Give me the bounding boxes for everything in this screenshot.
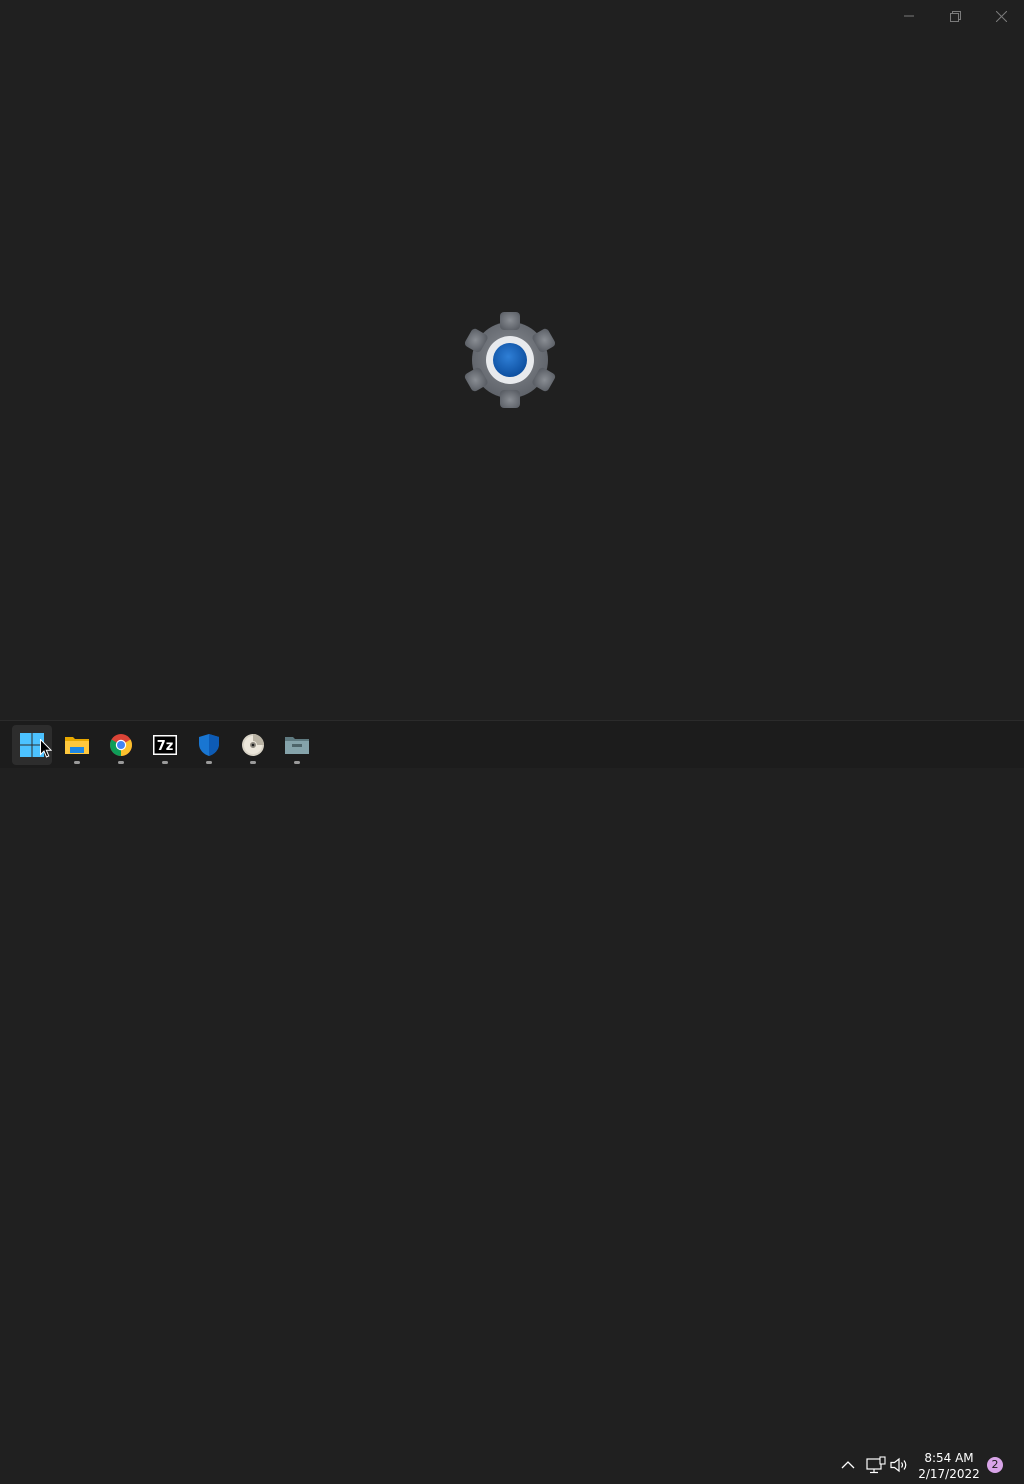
mouse-cursor-icon (40, 739, 52, 758)
volume-icon (890, 1457, 907, 1473)
taskbar: 7z 8:54 AM 2/17/2022 2 (0, 720, 1024, 1481)
restore-button[interactable] (932, 0, 978, 32)
folder-icon (285, 737, 309, 754)
chevron-up-icon (841, 1461, 855, 1469)
windows-security-button[interactable] (189, 725, 229, 765)
running-indicator (118, 761, 124, 764)
minimize-button[interactable] (886, 0, 932, 32)
clock-button[interactable]: 8:54 AM 2/17/2022 (916, 1450, 982, 1484)
settings-window (0, 0, 1024, 720)
minimize-icon (904, 15, 914, 17)
disc-button[interactable] (233, 725, 273, 765)
folder-button[interactable] (277, 725, 317, 765)
svg-text:7z: 7z (157, 739, 174, 754)
chrome-icon (110, 734, 132, 756)
close-button[interactable] (978, 0, 1024, 32)
file-explorer-icon (65, 737, 89, 754)
shield-icon (199, 734, 219, 756)
network-button[interactable] (865, 1454, 887, 1476)
7zip-button[interactable]: 7z (145, 725, 185, 765)
file-explorer-button[interactable] (57, 725, 97, 765)
network-icon (866, 1456, 886, 1474)
show-hidden-icons-button[interactable] (837, 1454, 859, 1476)
running-indicator (206, 761, 212, 764)
clock-date: 2/17/2022 (918, 1467, 980, 1481)
clock-time: 8:54 AM (924, 1451, 974, 1465)
notification-badge[interactable]: 2 (987, 1457, 1003, 1473)
running-indicator (294, 761, 300, 764)
volume-button[interactable] (889, 1454, 911, 1476)
close-icon (995, 10, 1007, 22)
running-indicator (162, 761, 168, 764)
settings-gear-icon (464, 312, 556, 408)
disc-icon (242, 734, 264, 756)
running-indicator (74, 761, 80, 764)
restore-icon (949, 10, 961, 22)
running-indicator (250, 761, 256, 764)
chrome-button[interactable] (101, 725, 141, 765)
7zip-icon: 7z (153, 735, 177, 755)
